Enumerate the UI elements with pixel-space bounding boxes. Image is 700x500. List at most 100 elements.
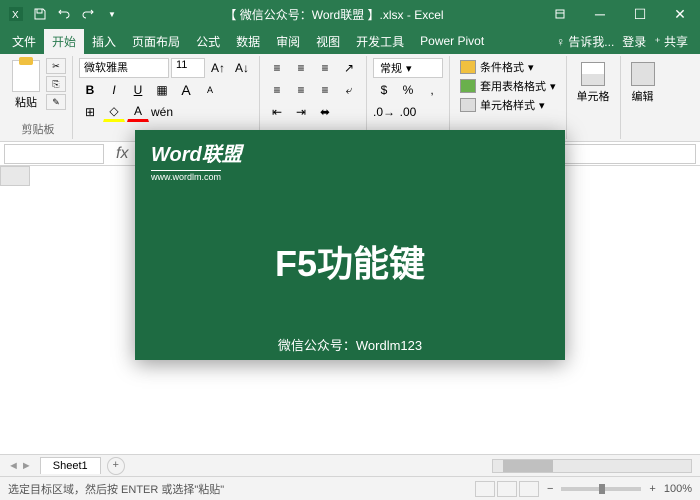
- align-left-icon[interactable]: ≡: [266, 80, 288, 100]
- undo-icon[interactable]: [54, 4, 74, 24]
- cells-group: 单元格: [567, 56, 621, 139]
- sheet-tabs: ◄ ► Sheet1 +: [0, 454, 700, 476]
- svg-text:X: X: [12, 10, 19, 21]
- overlay-main: F5功能键: [151, 235, 549, 287]
- login-link[interactable]: 登录: [622, 33, 646, 50]
- orientation-icon[interactable]: ↗: [338, 58, 360, 78]
- phonetic-icon[interactable]: wén: [151, 102, 173, 122]
- tab-powerpivot[interactable]: Power Pivot: [412, 30, 492, 52]
- cut-icon[interactable]: ✂: [46, 58, 66, 74]
- window-title: 【 微信公众号：Word联盟 】.xlsx - Excel: [128, 6, 540, 23]
- zoom-in-icon[interactable]: +: [649, 483, 655, 495]
- ribbon-tabs: 文件 开始 插入 页面布局 公式 数据 审阅 视图 开发工具 Power Piv…: [0, 28, 700, 54]
- font-large-icon[interactable]: A: [175, 80, 197, 100]
- ribbon: 粘贴 ✂ ⎘ ✎ 剪贴板 微软雅黑 11 A↑ A↓ B I U ▦ A: [0, 54, 700, 142]
- font-color-icon[interactable]: A: [127, 102, 149, 122]
- tell-me[interactable]: ♀ 告诉我...: [556, 33, 614, 50]
- align-right-icon[interactable]: ≡: [314, 80, 336, 100]
- align-center-icon[interactable]: ≡: [290, 80, 312, 100]
- tab-file[interactable]: 文件: [4, 29, 44, 54]
- editing-icon: [631, 62, 655, 86]
- underline-button[interactable]: U: [127, 80, 149, 100]
- decrease-indent-icon[interactable]: ⇤: [266, 102, 288, 122]
- font-small-icon[interactable]: A: [199, 80, 221, 100]
- increase-decimal-icon[interactable]: .0→: [373, 102, 395, 122]
- close-icon[interactable]: ✕: [660, 0, 700, 28]
- cells-button[interactable]: 单元格: [573, 58, 614, 108]
- tab-developer[interactable]: 开发工具: [348, 29, 412, 54]
- overlay-logo: Word联盟: [151, 138, 549, 167]
- align-top-icon[interactable]: ≡: [266, 58, 288, 78]
- zoom-slider[interactable]: [561, 487, 641, 491]
- page-break-view-icon[interactable]: [519, 481, 539, 497]
- number-format-select[interactable]: 常规 ▾: [373, 58, 443, 78]
- currency-icon[interactable]: $: [373, 80, 395, 100]
- sheet-tab[interactable]: Sheet1: [40, 457, 101, 474]
- page-layout-view-icon[interactable]: [497, 481, 517, 497]
- fill-color-icon[interactable]: ◇: [103, 102, 125, 122]
- cells-icon: [581, 62, 605, 86]
- increase-indent-icon[interactable]: ⇥: [290, 102, 312, 122]
- ribbon-options-icon[interactable]: [540, 0, 580, 28]
- paste-button[interactable]: 粘贴: [10, 58, 42, 112]
- zoom-out-icon[interactable]: −: [547, 483, 553, 495]
- tab-formulas[interactable]: 公式: [188, 29, 228, 54]
- editing-group: 编辑: [621, 56, 665, 139]
- status-text: 选定目标区域，然后按 ENTER 或选择"粘贴": [8, 481, 224, 497]
- overlay-sub: 微信公众号：Wordlm123: [151, 335, 549, 354]
- border-dropdown-icon[interactable]: ⊞: [79, 102, 101, 122]
- format-painter-icon[interactable]: ✎: [46, 94, 66, 110]
- sheet-next-icon[interactable]: ►: [21, 460, 32, 472]
- cell-styles-button[interactable]: 单元格样式 ▾: [456, 96, 560, 114]
- percent-icon[interactable]: %: [397, 80, 419, 100]
- sheet-prev-icon[interactable]: ◄: [8, 460, 19, 472]
- select-all-corner[interactable]: [0, 166, 30, 186]
- wrap-text-icon[interactable]: ⤶: [338, 80, 360, 100]
- titlebar: X ▼ 【 微信公众号：Word联盟 】.xlsx - Excel ─ ☐ ✕: [0, 0, 700, 28]
- table-format-button[interactable]: 套用表格格式 ▾: [456, 77, 560, 95]
- maximize-icon[interactable]: ☐: [620, 0, 660, 28]
- border-icon[interactable]: ▦: [151, 80, 173, 100]
- tab-layout[interactable]: 页面布局: [124, 29, 188, 54]
- save-icon[interactable]: [30, 4, 50, 24]
- tab-home[interactable]: 开始: [44, 29, 84, 54]
- overlay-banner: Word联盟 www.wordlm.com F5功能键 微信公众号：Wordlm…: [135, 130, 565, 360]
- horizontal-scrollbar[interactable]: [492, 459, 692, 473]
- paste-label: 粘贴: [15, 94, 37, 110]
- tab-insert[interactable]: 插入: [84, 29, 124, 54]
- align-middle-icon[interactable]: ≡: [290, 58, 312, 78]
- tab-data[interactable]: 数据: [228, 29, 268, 54]
- font-name-select[interactable]: 微软雅黑: [79, 58, 169, 78]
- increase-font-icon[interactable]: A↑: [207, 58, 229, 78]
- name-box[interactable]: [4, 144, 104, 164]
- paste-icon: [12, 60, 40, 92]
- italic-button[interactable]: I: [103, 80, 125, 100]
- redo-icon[interactable]: [78, 4, 98, 24]
- clipboard-label: 剪贴板: [10, 121, 66, 137]
- zoom-level[interactable]: 100%: [664, 483, 692, 495]
- minimize-icon[interactable]: ─: [580, 0, 620, 28]
- normal-view-icon[interactable]: [475, 481, 495, 497]
- add-sheet-icon[interactable]: +: [107, 457, 125, 475]
- conditional-format-button[interactable]: 条件格式 ▾: [456, 58, 560, 76]
- overlay-logo-sub: www.wordlm.com: [151, 170, 221, 182]
- styles-group: 条件格式 ▾ 套用表格格式 ▾ 单元格样式 ▾: [450, 56, 567, 139]
- comma-icon[interactable]: ,: [421, 80, 443, 100]
- share-button[interactable]: ⁺ 共享: [654, 33, 688, 50]
- decrease-font-icon[interactable]: A↓: [231, 58, 253, 78]
- editing-button[interactable]: 编辑: [627, 58, 659, 108]
- fx-icon[interactable]: fx: [108, 145, 136, 163]
- alignment-group: ≡ ≡ ≡ ↗ ≡ ≡ ≡ ⤶ ⇤ ⇥ ⬌: [260, 56, 367, 139]
- align-bottom-icon[interactable]: ≡: [314, 58, 336, 78]
- statusbar: 选定目标区域，然后按 ENTER 或选择"粘贴" − + 100%: [0, 476, 700, 500]
- qat-dropdown-icon[interactable]: ▼: [102, 4, 122, 24]
- copy-icon[interactable]: ⎘: [46, 76, 66, 92]
- tab-view[interactable]: 视图: [308, 29, 348, 54]
- font-size-select[interactable]: 11: [171, 58, 205, 78]
- merge-icon[interactable]: ⬌: [314, 102, 336, 122]
- app-icon[interactable]: X: [6, 4, 26, 24]
- bold-button[interactable]: B: [79, 80, 101, 100]
- tab-review[interactable]: 审阅: [268, 29, 308, 54]
- clipboard-group: 粘贴 ✂ ⎘ ✎ 剪贴板: [4, 56, 73, 139]
- decrease-decimal-icon[interactable]: .00: [397, 102, 419, 122]
